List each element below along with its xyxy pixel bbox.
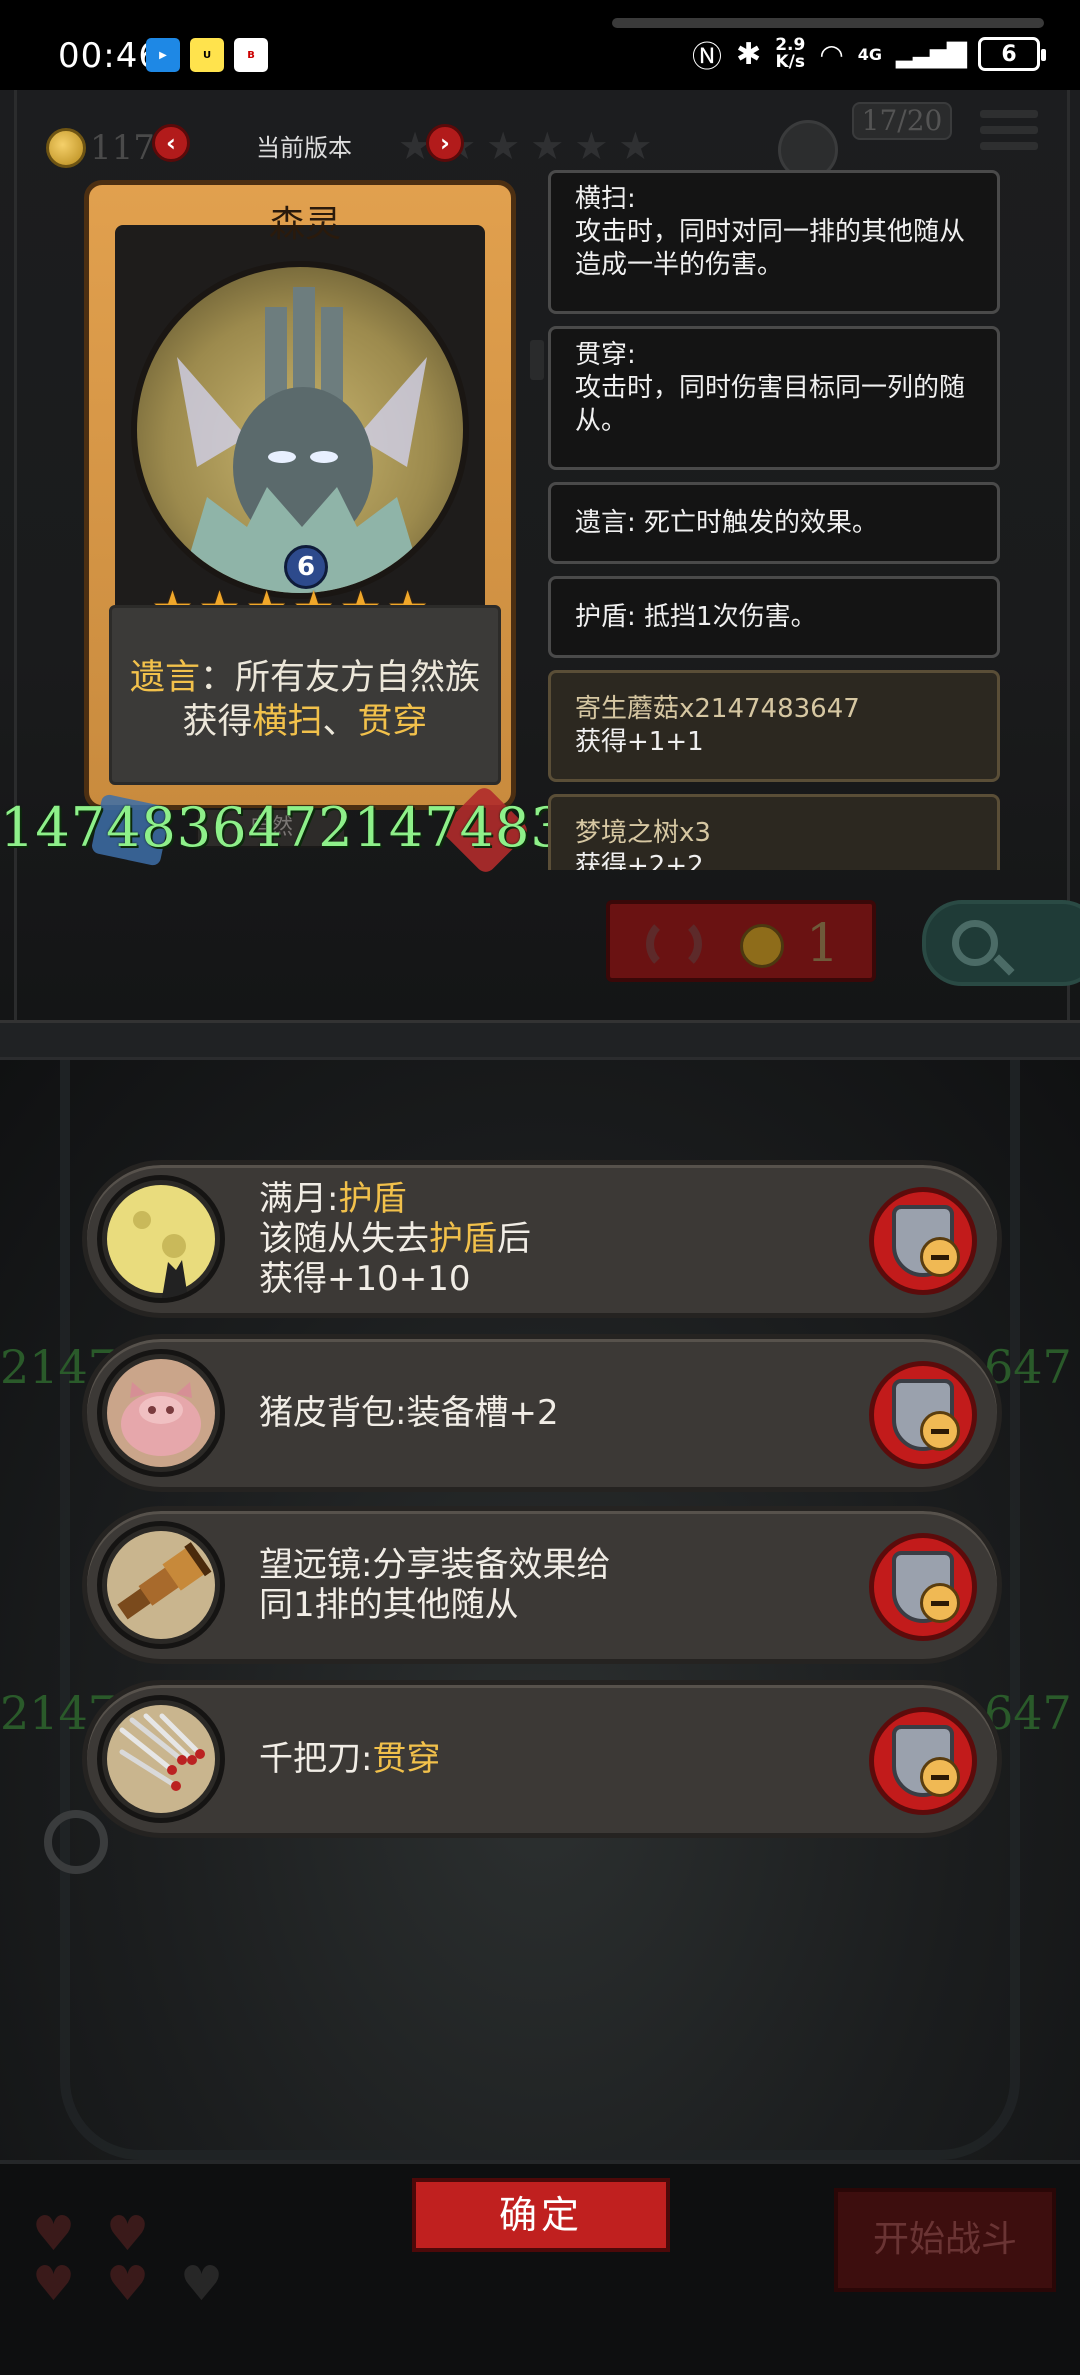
star-icon: ★ (618, 124, 653, 168)
heart-empty-icon: ♥ (180, 2256, 224, 2312)
minus-icon (920, 1583, 960, 1623)
shield-remove-icon (892, 1205, 960, 1277)
refresh-cost: 1 (806, 914, 840, 974)
remove-equipment-button[interactable] (869, 1361, 977, 1469)
bluetooth-icon: ✱ (736, 36, 762, 72)
thousand-knives-icon (97, 1695, 225, 1823)
minus-icon (920, 1411, 960, 1451)
refresh-button[interactable]: 1 (606, 900, 876, 982)
next-version-button[interactable]: › (426, 124, 464, 162)
equipment-description: 猪皮背包:装备槽+2 (259, 1393, 559, 1433)
wifi-icon: ◠ (819, 37, 844, 71)
version-label: 当前版本 (256, 134, 352, 162)
heart-icon: ♥ (106, 2206, 150, 2262)
shield-remove-icon (892, 1379, 960, 1451)
equipment-item: 千把刀:贯穿 (82, 1680, 1002, 1838)
keyword-sweep: 横扫: 攻击时，同时对同一排的其他随从造成一半的伤害。 (548, 170, 1000, 314)
keyword-deathrattle: 遗言: 死亡时触发的效果。 (548, 482, 1000, 564)
nfc-icon: Ⓝ (692, 40, 723, 75)
net-speed: 2.9 K/s (775, 35, 806, 72)
gold-coin-icon (740, 924, 784, 968)
equipment-description: 满月:护盾 该随从失去护盾后 获得+10+10 (259, 1179, 531, 1299)
search-icon (952, 920, 998, 966)
telescope-icon (97, 1521, 225, 1649)
confirm-button[interactable]: 确定 (412, 2178, 670, 2252)
full-moon-icon (97, 1175, 225, 1303)
minus-icon (920, 1237, 960, 1277)
gold-coin-icon (46, 128, 86, 168)
pig-backpack-icon (97, 1349, 225, 1477)
shield-remove-icon (892, 1725, 960, 1797)
equipment-description: 望远镜:分享装备效果给 同1排的其他随从 (259, 1545, 611, 1625)
unipal-app-icon: U (190, 38, 224, 72)
panel-handle (530, 340, 544, 380)
star-icon: ★ (574, 124, 609, 168)
equipment-description: 千把刀:贯穿 (259, 1739, 441, 1779)
card-description: 遗言：所有友方自然族 获得横扫、贯穿 (109, 605, 501, 785)
top-handle (612, 18, 1044, 28)
prev-version-button[interactable]: ‹ (152, 124, 190, 162)
buff-dream-tree: 梦境之树x3 获得+2+2 (548, 794, 1000, 870)
unit-counter: 17/20 (852, 102, 952, 140)
signal-bars-icon: ▂▃▅▇ (896, 39, 967, 69)
refresh-icon (646, 916, 702, 972)
card-name: 森灵 (268, 204, 341, 245)
heart-icon: ♥ (32, 2256, 76, 2312)
board-search-icon[interactable] (44, 1810, 108, 1874)
equipment-item: 猪皮背包:装备槽+2 (82, 1334, 1002, 1492)
remove-equipment-button[interactable] (869, 1707, 977, 1815)
unit-card: 森灵 6 ★★ ★★ ★★ 遗言：所有友方自然族 获得横扫、贯穿 (84, 180, 516, 810)
unit-stats: 1474836472147483647 2147483647 (0, 796, 552, 858)
buff-parasite-mushroom: 寄生蘑菇x2147483647 获得+1+1 (548, 670, 1000, 782)
search-button[interactable] (922, 900, 1080, 986)
battery-icon: 6 (978, 37, 1046, 71)
remove-equipment-button[interactable] (869, 1533, 977, 1641)
keyword-shield: 护盾: 抵挡1次伤害。 (548, 576, 1000, 658)
shield-remove-icon (892, 1551, 960, 1623)
minus-icon (920, 1757, 960, 1797)
status-bar: 00:46 ▶ U B Ⓝ ✱ 2.9 K/s ◠ 4G ▂▃▅▇ 6 (0, 0, 1080, 90)
keyword-panel[interactable]: 横扫: 攻击时，同时对同一排的其他随从造成一半的伤害。 贯穿: 攻击时，同时伤害… (548, 170, 1000, 870)
heart-icon: ♥ (106, 2256, 150, 2312)
start-battle-button[interactable]: 开始战斗 (834, 2188, 1056, 2292)
keyword-pierce: 贯穿: 攻击时，同时伤害目标同一列的随从。 (548, 326, 1000, 470)
star-icon: ★ (486, 124, 521, 168)
notification-app-icon: ▶ (146, 38, 180, 72)
remove-equipment-button[interactable] (869, 1187, 977, 1295)
gold-amount: 117 (90, 128, 155, 168)
status-icons: Ⓝ ✱ 2.9 K/s ◠ 4G ▂▃▅▇ 6 (692, 32, 1046, 76)
byd-app-icon: B (234, 38, 268, 72)
shelf-divider (0, 1020, 1080, 1060)
menu-icon[interactable] (980, 110, 1038, 160)
equipment-item: 望远镜:分享装备效果给 同1排的其他随从 (82, 1506, 1002, 1664)
signal-label: 4G (857, 44, 883, 64)
star-icon: ★ (530, 124, 565, 168)
equipment-item: 满月:护盾 该随从失去护盾后 获得+10+10 (82, 1160, 1002, 1318)
heart-icon: ♥ (32, 2206, 76, 2262)
